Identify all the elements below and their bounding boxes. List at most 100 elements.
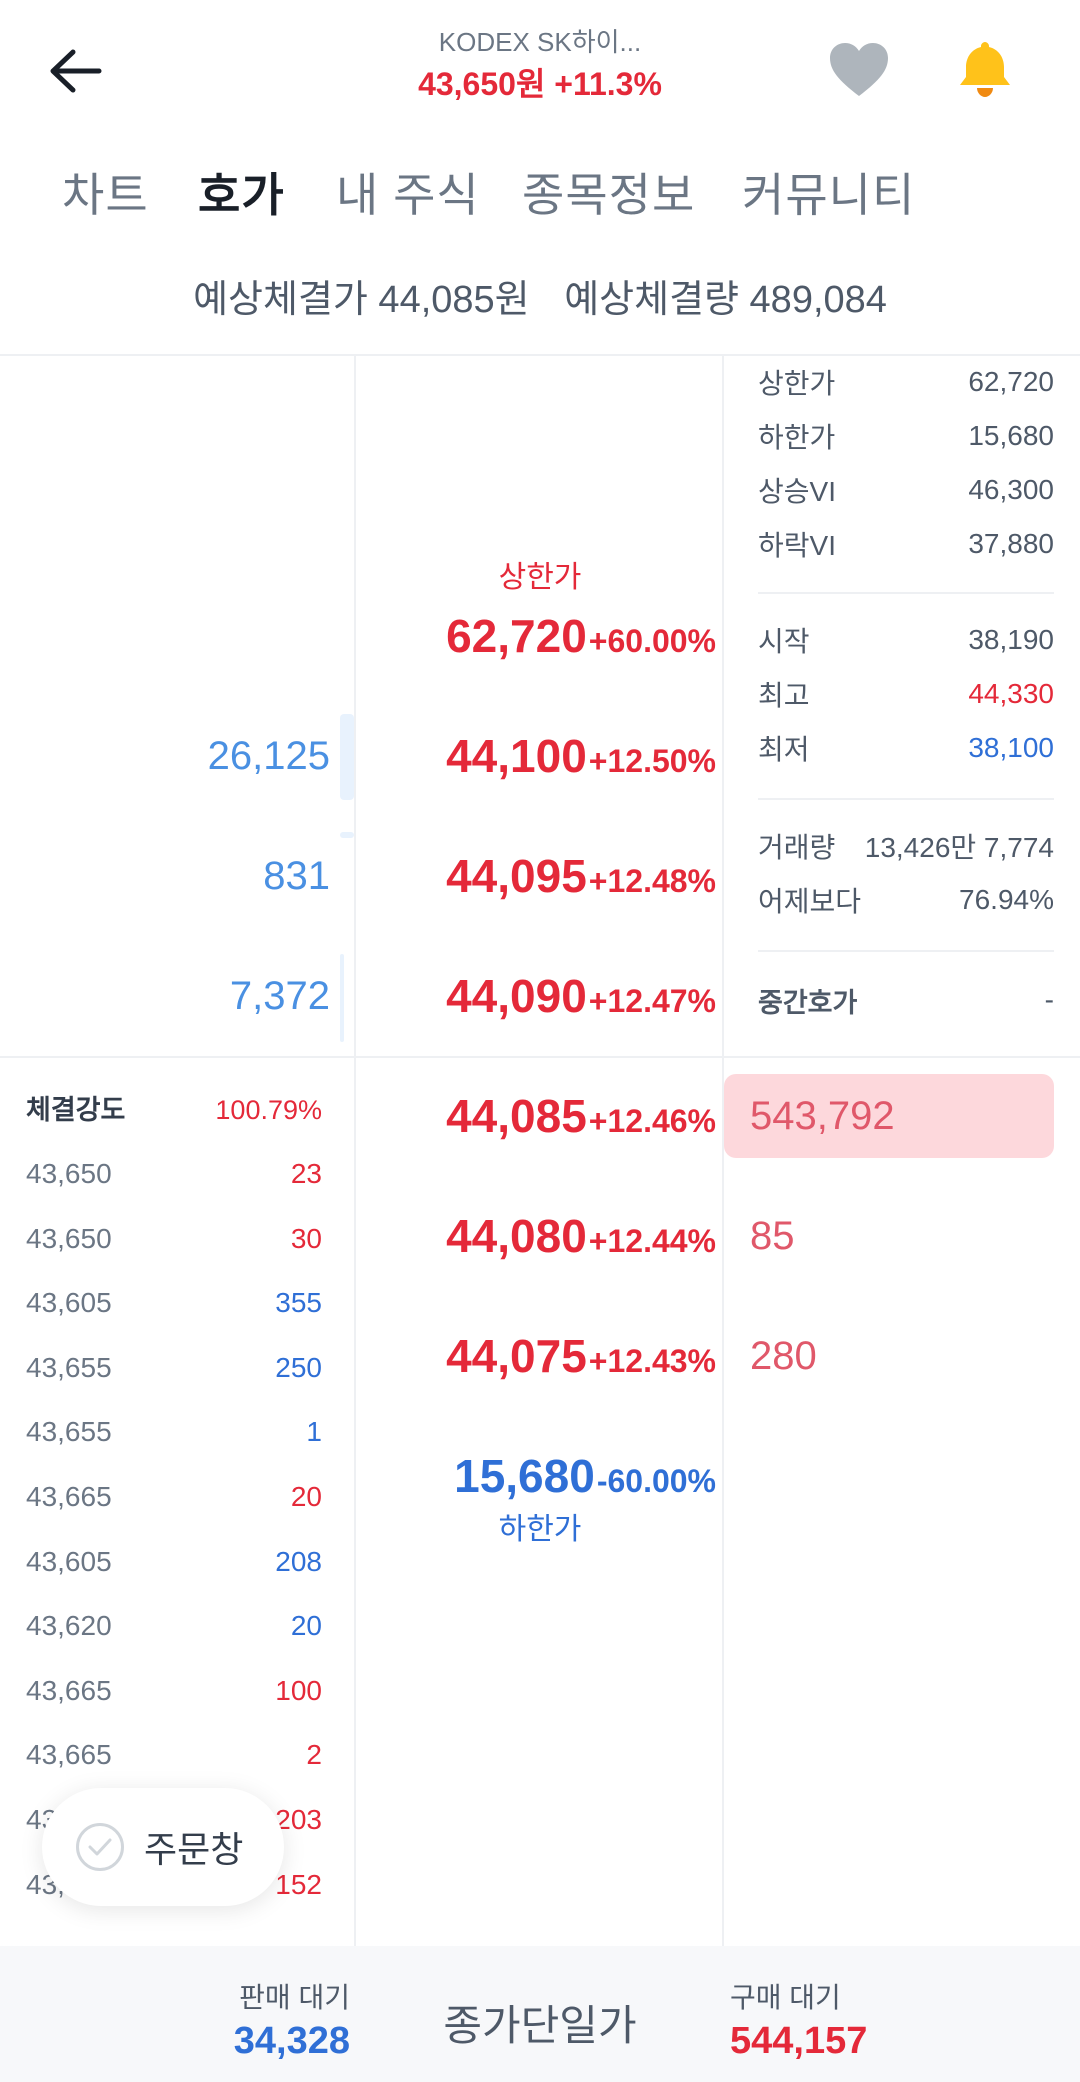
change-rate: +12.46%: [588, 1103, 716, 1139]
trade-quantity: 152: [275, 1868, 322, 1900]
bid-price-row[interactable]: 44,080+12.44%: [360, 1206, 716, 1278]
info-label: 상승VI: [758, 476, 836, 507]
bid-price-row[interactable]: 44,085+12.46%: [360, 1086, 716, 1158]
ask-price-row[interactable]: 44,090+12.47%: [360, 966, 716, 1038]
trade-row: 43,665 2: [26, 1735, 322, 1775]
buy-waiting-label: 구매 대기: [730, 1982, 841, 2013]
bid-volume: 543,792: [750, 1094, 895, 1138]
price: 44,080: [446, 1210, 587, 1262]
trade-row: 43,605 355: [26, 1283, 322, 1323]
trade-row: 43,655 1: [26, 1412, 322, 1452]
bell-icon: [960, 42, 1010, 97]
info-upper-limit: 상한가 62,720: [758, 360, 1054, 404]
trade-strength: 체결강도 100.79%: [26, 1090, 322, 1130]
info-label: 중간호가: [758, 987, 858, 1018]
info-value: 62,720: [968, 366, 1054, 397]
expected-volume: 예상체결량 489,084: [564, 279, 887, 321]
expected-price: 예상체결가 44,085원: [193, 279, 530, 321]
trade-price: 43,655: [26, 1416, 112, 1448]
info-label: 최저: [758, 734, 810, 765]
stock-current-price: 43,650원 +11.3%: [418, 66, 662, 102]
change-rate: +60.00%: [588, 623, 716, 659]
trade-quantity: 20: [290, 1610, 322, 1642]
info-value: 38,190: [968, 624, 1054, 655]
info-value: 38,100: [968, 732, 1054, 763]
order-window-label: 주문창: [144, 1829, 244, 1870]
top-header: KODEX SK하이... 43,650원 +11.3%: [0, 0, 1080, 140]
back-button[interactable]: [40, 36, 110, 106]
arrow-left-icon: [50, 49, 102, 93]
price: 44,085: [446, 1090, 587, 1142]
info-label: 거래량: [758, 832, 836, 863]
trade-quantity: 250: [275, 1351, 322, 1383]
lower-limit-price-row[interactable]: 15,680-60.00%: [360, 1446, 716, 1518]
trade-row: 43,650 23: [26, 1154, 322, 1194]
tab-order-book[interactable]: 호가: [198, 160, 285, 230]
upper-limit-price-row[interactable]: 62,720+60.00%: [360, 606, 716, 678]
change-rate: +12.44%: [588, 1223, 716, 1259]
trade-quantity: 355: [275, 1287, 322, 1319]
change-rate: +12.48%: [588, 863, 716, 899]
change-rate: -60.00%: [596, 1463, 716, 1499]
info-value: 13,426만 7,774: [864, 832, 1054, 863]
ask-price-row[interactable]: 44,100+12.50%: [360, 726, 716, 798]
info-label: 상한가: [758, 368, 836, 399]
trade-row: 43,665 20: [26, 1477, 322, 1517]
trade-price: 43,665: [26, 1674, 112, 1706]
info-label: 최고: [758, 680, 810, 711]
ask-price-row[interactable]: 44,095+12.48%: [360, 846, 716, 918]
favorite-button[interactable]: [824, 38, 894, 102]
stock-name: KODEX SK하이...: [438, 27, 642, 57]
price: 62,720: [446, 610, 587, 662]
sell-waiting-label: 판매 대기: [239, 1982, 350, 2013]
info-volume: 거래량 13,426만 7,774: [758, 824, 1054, 868]
change-rate: +12.47%: [588, 983, 716, 1019]
info-high: 최고 44,330: [758, 672, 1054, 716]
divider: [758, 798, 1054, 800]
divider: [758, 950, 1054, 952]
trade-row: 43,655 250: [26, 1348, 322, 1388]
divider: [722, 356, 724, 1946]
price: 44,090: [446, 970, 587, 1022]
heart-icon: [830, 43, 888, 96]
bid-price-row[interactable]: 44,075+12.43%: [360, 1326, 716, 1398]
change-rate: +12.50%: [588, 743, 716, 779]
info-vs-yesterday: 어제보다 76.94%: [758, 878, 1054, 922]
tab-my-stock[interactable]: 내 주식: [336, 160, 480, 230]
expected-execution: 예상체결가 44,085원 예상체결량 489,084: [0, 272, 1080, 328]
order-window-button[interactable]: 주문창: [42, 1788, 284, 1906]
divider: [0, 1056, 1080, 1058]
price: 44,100: [446, 730, 587, 782]
buy-waiting-value: 544,157: [730, 2020, 868, 2062]
price: 15,680: [454, 1450, 595, 1502]
trade-price: 43,665: [26, 1481, 112, 1512]
ask-volume: 26,125: [207, 734, 330, 778]
stock-title: KODEX SK하이... 43,650원 +11.3%: [340, 24, 740, 108]
info-lower-limit: 하한가 15,680: [758, 414, 1054, 458]
trade-strength-value: 100.79%: [215, 1095, 322, 1125]
bid-volume: 280: [750, 1334, 817, 1378]
trade-row: 43,665 100: [26, 1671, 322, 1711]
info-value: 15,680: [968, 420, 1054, 451]
trade-price: 43,620: [26, 1610, 112, 1642]
sell-waiting-value: 34,328: [233, 2020, 350, 2062]
info-value: 44,330: [968, 678, 1054, 709]
trade-quantity: 30: [290, 1222, 322, 1254]
divider: [758, 592, 1054, 594]
tab-stock-info[interactable]: 종목정보: [522, 160, 695, 230]
info-value: 46,300: [968, 474, 1054, 505]
info-value: 37,880: [968, 528, 1054, 559]
alert-button[interactable]: [950, 34, 1020, 104]
upper-limit-label: 상한가: [498, 561, 582, 594]
tab-bar: 차트 호가 내 주식 종목정보 커뮤니티: [0, 160, 1080, 230]
tab-chart[interactable]: 차트: [62, 160, 149, 230]
divider: [354, 356, 356, 1946]
ask-volume-bar: [340, 714, 354, 800]
trade-price: 43,650: [26, 1222, 112, 1254]
tab-community[interactable]: 커뮤니티: [742, 160, 915, 230]
trade-price: 43,650: [26, 1158, 112, 1189]
trade-price: 43,605: [26, 1287, 112, 1319]
trade-quantity: 2: [306, 1739, 322, 1771]
trade-strength-label: 체결강도: [26, 1095, 126, 1125]
trade-price: 43,665: [26, 1739, 112, 1771]
